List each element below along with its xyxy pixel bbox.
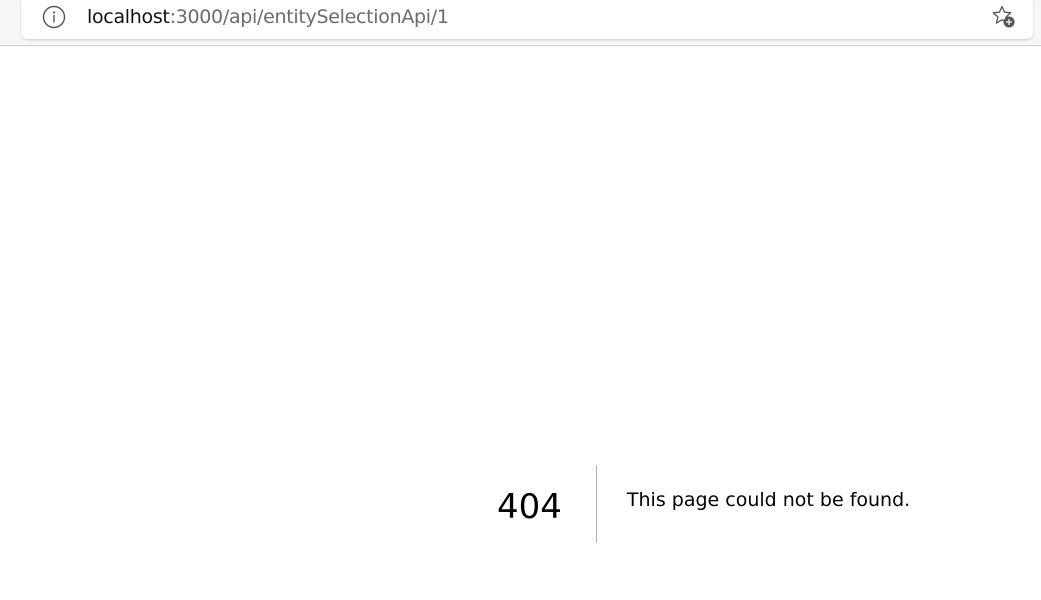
add-favorite-icon[interactable] [990, 3, 1018, 31]
error-message: This page could not be found. [626, 489, 911, 511]
browser-toolbar: localhost:3000/api/entitySelectionApi/1 [0, 0, 1041, 46]
address-bar[interactable]: localhost:3000/api/entitySelectionApi/1 [21, 0, 1033, 39]
page-content: 404 This page could not be found. [0, 46, 1041, 600]
error-code: 404 [497, 465, 597, 543]
url-path: :3000/api/entitySelectionApi/1 [169, 6, 449, 28]
not-found-error: 404 This page could not be found. [497, 465, 910, 543]
info-icon[interactable] [42, 5, 66, 29]
url-host: localhost [87, 6, 170, 28]
url-text[interactable]: localhost:3000/api/entitySelectionApi/1 [87, 4, 449, 30]
